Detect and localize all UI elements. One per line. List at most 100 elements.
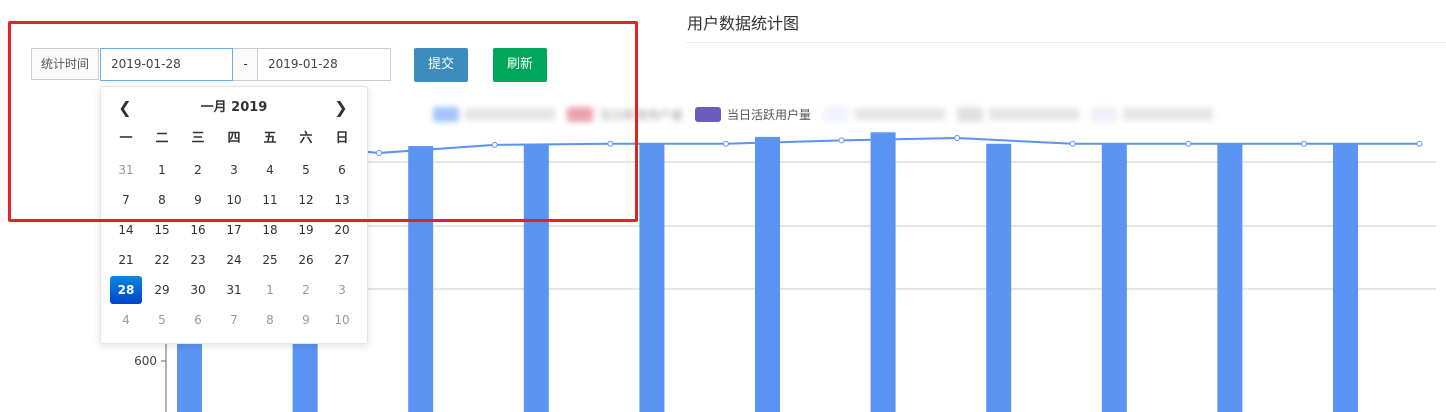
day-number: 13 xyxy=(334,193,350,207)
day-cell[interactable]: 24 xyxy=(216,245,252,275)
datepicker-week-row: 7 8 9 10 11 12 13 xyxy=(108,185,360,215)
day-cell[interactable]: 5 xyxy=(288,155,324,185)
day-cell[interactable]: 4 xyxy=(252,155,288,185)
weekday-label: 四 xyxy=(227,131,241,146)
day-number: 24 xyxy=(226,253,242,267)
day-cell[interactable]: 6 xyxy=(324,155,360,185)
legend-item[interactable]: 当日新增用户量 xyxy=(567,106,683,123)
legend-label xyxy=(989,108,1080,120)
day-cell[interactable]: 7 xyxy=(108,185,144,215)
day-cell[interactable]: 29 xyxy=(144,275,180,305)
day-number: 9 xyxy=(302,313,310,327)
start-date-input[interactable]: 2019-01-28 xyxy=(100,48,233,81)
day-cell[interactable]: 2 xyxy=(180,155,216,185)
day-cell[interactable]: 17 xyxy=(216,215,252,245)
line-point xyxy=(838,137,845,144)
day-number: 30 xyxy=(190,283,206,297)
legend-item[interactable] xyxy=(433,106,555,122)
day-cell[interactable]: 8 xyxy=(252,305,288,335)
line-point xyxy=(954,135,961,142)
day-number: 19 xyxy=(298,223,314,237)
day-number: 6 xyxy=(338,163,346,177)
datepicker-weekdays: 一二三四五六日 xyxy=(108,129,360,149)
day-number: 4 xyxy=(266,163,274,177)
line-point xyxy=(722,140,729,147)
chevron-left-icon[interactable]: ❮ xyxy=(113,97,137,119)
day-number: 14 xyxy=(118,223,134,237)
day-cell[interactable]: 12 xyxy=(288,185,324,215)
day-number: 25 xyxy=(262,253,278,267)
day-cell[interactable]: 25 xyxy=(252,245,288,275)
day-cell[interactable]: 9 xyxy=(288,305,324,335)
day-number: 1 xyxy=(158,163,166,177)
legend-item[interactable]: 当日活跃用户量 xyxy=(695,106,811,123)
day-number: 17 xyxy=(226,223,242,237)
day-number: 31 xyxy=(226,283,242,297)
day-number: 2 xyxy=(302,283,310,297)
chart-bar xyxy=(408,146,434,412)
day-cell[interactable]: 6 xyxy=(180,305,216,335)
day-cell[interactable]: 7 xyxy=(216,305,252,335)
day-number: 11 xyxy=(262,193,278,207)
day-number: 8 xyxy=(266,313,274,327)
day-number: 12 xyxy=(298,193,314,207)
day-cell[interactable]: 22 xyxy=(144,245,180,275)
day-cell[interactable]: 23 xyxy=(180,245,216,275)
chart-bar xyxy=(986,143,1012,412)
day-cell[interactable]: 21 xyxy=(108,245,144,275)
day-cell[interactable]: 1 xyxy=(144,155,180,185)
datepicker-days: 31 1 2 3 4 5 6 7 8 9 10 11 12 13 14 15 16 17 18 19 20 21 22 23 2… xyxy=(108,155,360,335)
date-separator: - xyxy=(233,48,258,81)
weekday-label: 五 xyxy=(263,131,277,146)
end-date-input[interactable]: 2019-01-28 xyxy=(257,48,391,81)
day-cell[interactable]: 10 xyxy=(216,185,252,215)
datepicker-header: ❮ 一月 2019 ❯ xyxy=(101,97,367,119)
day-cell[interactable]: 26 xyxy=(288,245,324,275)
day-cell[interactable]: 1 xyxy=(252,275,288,305)
day-cell[interactable]: 13 xyxy=(324,185,360,215)
day-number: 29 xyxy=(154,283,170,297)
day-cell[interactable]: 27 xyxy=(324,245,360,275)
submit-button[interactable]: 提交 xyxy=(414,48,468,82)
day-cell[interactable]: 16 xyxy=(180,215,216,245)
day-cell[interactable]: 3 xyxy=(216,155,252,185)
day-cell[interactable]: 30 xyxy=(180,275,216,305)
datepicker-week-row: 14 15 16 17 18 19 20 xyxy=(108,215,360,245)
day-cell[interactable]: 5 xyxy=(144,305,180,335)
day-cell[interactable]: 19 xyxy=(288,215,324,245)
day-cell[interactable]: 9 xyxy=(180,185,216,215)
y-tick-label: 600 xyxy=(134,354,157,368)
legend-item[interactable] xyxy=(823,106,946,122)
day-cell[interactable]: 31 xyxy=(108,155,144,185)
legend-item[interactable] xyxy=(957,106,1080,122)
day-number: 15 xyxy=(154,223,170,237)
day-cell[interactable]: 4 xyxy=(108,305,144,335)
chart-bar xyxy=(870,132,896,412)
day-number: 23 xyxy=(190,253,206,267)
day-cell[interactable]: 14 xyxy=(108,215,144,245)
chevron-right-icon[interactable]: ❯ xyxy=(329,97,353,119)
day-cell[interactable]: 31 xyxy=(216,275,252,305)
refresh-button[interactable]: 刷新 xyxy=(493,48,547,82)
day-number: 22 xyxy=(154,253,170,267)
datepicker-week-row: 21 22 23 24 25 26 27 xyxy=(108,245,360,275)
day-cell[interactable]: 3 xyxy=(324,275,360,305)
day-cell[interactable]: 2 xyxy=(288,275,324,305)
day-cell[interactable]: 20 xyxy=(324,215,360,245)
day-number: 16 xyxy=(190,223,206,237)
day-cell[interactable]: 18 xyxy=(252,215,288,245)
datepicker-month-title[interactable]: 一月 2019 xyxy=(161,97,307,119)
legend-label xyxy=(1123,108,1214,120)
day-number: 8 xyxy=(158,193,166,207)
day-cell[interactable]: 10 xyxy=(324,305,360,335)
day-number: 20 xyxy=(334,223,350,237)
day-cell[interactable]: 8 xyxy=(144,185,180,215)
legend-item[interactable] xyxy=(1091,106,1214,122)
legend-swatch xyxy=(823,106,850,122)
legend-label xyxy=(855,108,946,120)
day-cell[interactable]: 15 xyxy=(144,215,180,245)
day-cell[interactable]: 11 xyxy=(252,185,288,215)
day-cell-selected[interactable]: 28 xyxy=(108,275,144,305)
date-range-label: 统计时间 xyxy=(31,48,99,80)
legend-label: 当日新增用户量 xyxy=(599,107,684,122)
